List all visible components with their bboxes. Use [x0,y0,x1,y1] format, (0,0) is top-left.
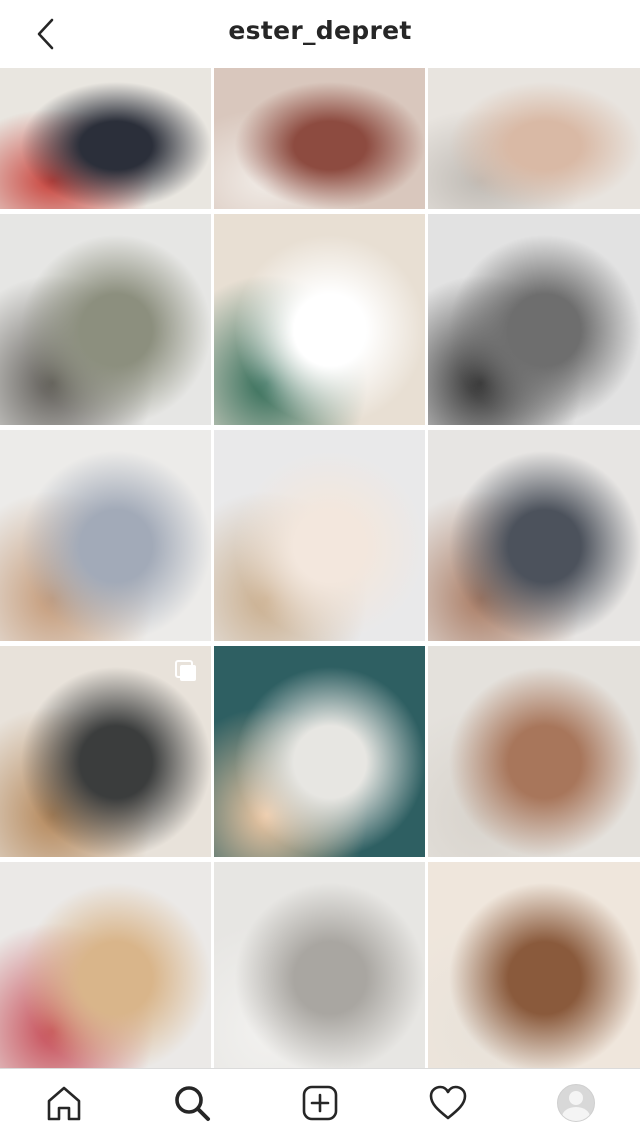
post-thumbnail-image [214,646,425,857]
post-mother-holding-newborn[interactable] [0,430,211,641]
post-thumbnail-image [428,214,640,425]
post-baby-yawning[interactable] [214,214,425,425]
activity-heart-icon [429,1085,467,1120]
tab-profile[interactable] [556,1083,596,1123]
top-bar: ester_depret [0,0,640,68]
post-thumbnail-image [214,68,425,209]
post-thumbnail-image [428,646,640,857]
post-thumbnail-image [0,430,211,641]
post-father-baby-sleeping[interactable] [428,430,640,641]
post-father-changing-table[interactable] [0,214,211,425]
post-books-shelf[interactable] [0,68,211,209]
new-post-icon [302,1085,338,1121]
post-baby-knit-blanket[interactable] [214,862,425,1068]
post-thumbnail-image [0,214,211,425]
post-siblings-with-baby[interactable] [214,646,425,857]
page-title: ester_depret [228,16,412,45]
post-thumbnail-image [214,214,425,425]
post-girl-and-baby-lying[interactable] [214,430,425,641]
post-baby-patterned-sheet[interactable] [428,862,640,1068]
post-mother-holding-baby-bw[interactable] [428,214,640,425]
post-name-chalkboard[interactable] [0,646,211,857]
post-baby-sleeping-blanket[interactable] [428,68,640,209]
bottom-tab-bar [0,1068,640,1138]
post-thumbnail-image [0,68,211,209]
post-thumbnail-image [428,430,640,641]
tab-new-post[interactable] [300,1083,340,1123]
post-thumbnail-image [0,862,211,1068]
multiple-photos-icon [175,660,196,681]
tab-search[interactable] [172,1083,212,1123]
tab-activity[interactable] [428,1083,468,1123]
post-grid [0,68,640,1068]
post-thumbnail-image [214,862,425,1068]
post-thumbnail-image [214,430,425,641]
post-thumbnail-image [428,68,640,209]
tab-home[interactable] [44,1083,84,1123]
home-icon [47,1086,81,1121]
profile-avatar-icon [557,1084,595,1122]
search-icon [175,1086,210,1121]
post-mother-baby-rug[interactable] [214,68,425,209]
post-baby-on-scale[interactable] [428,646,640,857]
post-girl-with-lollipops[interactable] [0,862,211,1068]
post-thumbnail-image [428,862,640,1068]
